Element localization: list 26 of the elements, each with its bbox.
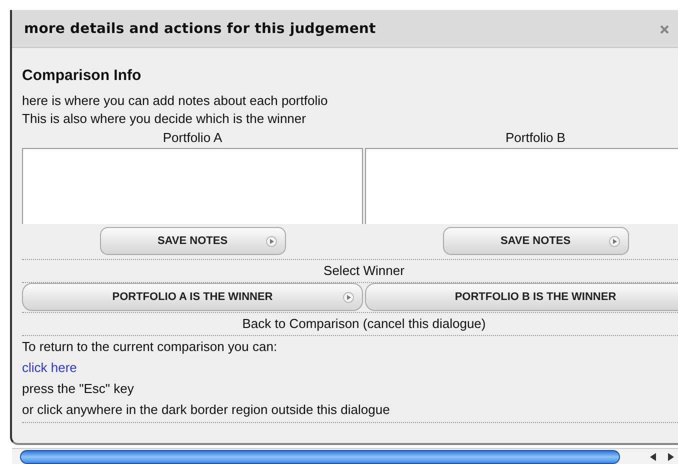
click-here-link[interactable]: click here	[22, 360, 77, 375]
instruction-text: To return to the current comparison you can:	[22, 339, 278, 354]
description-text: here is where you can add notes about each portfolio	[22, 92, 328, 110]
description-text: This is also where you decide which is the winner	[22, 110, 306, 128]
section-heading: Select Winner	[324, 263, 404, 278]
scrollbar-thumb[interactable]	[20, 450, 620, 464]
save-notes-button[interactable]: SAVE NOTES	[442, 227, 628, 255]
column-heading: Portfolio B	[506, 130, 566, 147]
scroll-left-icon[interactable]	[648, 452, 658, 462]
instruction-text: or click anywhere in the dark border region outside this dialogue	[22, 402, 390, 417]
scroll-right-icon[interactable]	[666, 452, 676, 462]
close-icon[interactable]	[660, 25, 669, 34]
notes-field[interactable]	[22, 148, 363, 224]
column-heading: Portfolio A	[162, 130, 222, 147]
play-icon	[608, 236, 620, 246]
section-heading: Comparison Info	[22, 67, 142, 84]
horizontal-scrollbar[interactable]	[12, 448, 678, 464]
save-notes-button[interactable]: SAVE NOTES	[100, 227, 286, 255]
play-icon	[343, 292, 354, 302]
play-icon	[266, 236, 276, 246]
dialog-title: more details and actions for this judgement	[24, 20, 376, 36]
section-heading: Back to Comparison (cancel this dialogue)	[242, 316, 486, 331]
winner-button[interactable]: PORTFOLIO A IS THE WINNER	[22, 283, 363, 311]
winner-button[interactable]: PORTFOLIO B IS THE WINNER	[365, 283, 678, 311]
notes-field[interactable]	[365, 148, 678, 224]
instruction-text: press the "Esc" key	[22, 381, 134, 396]
